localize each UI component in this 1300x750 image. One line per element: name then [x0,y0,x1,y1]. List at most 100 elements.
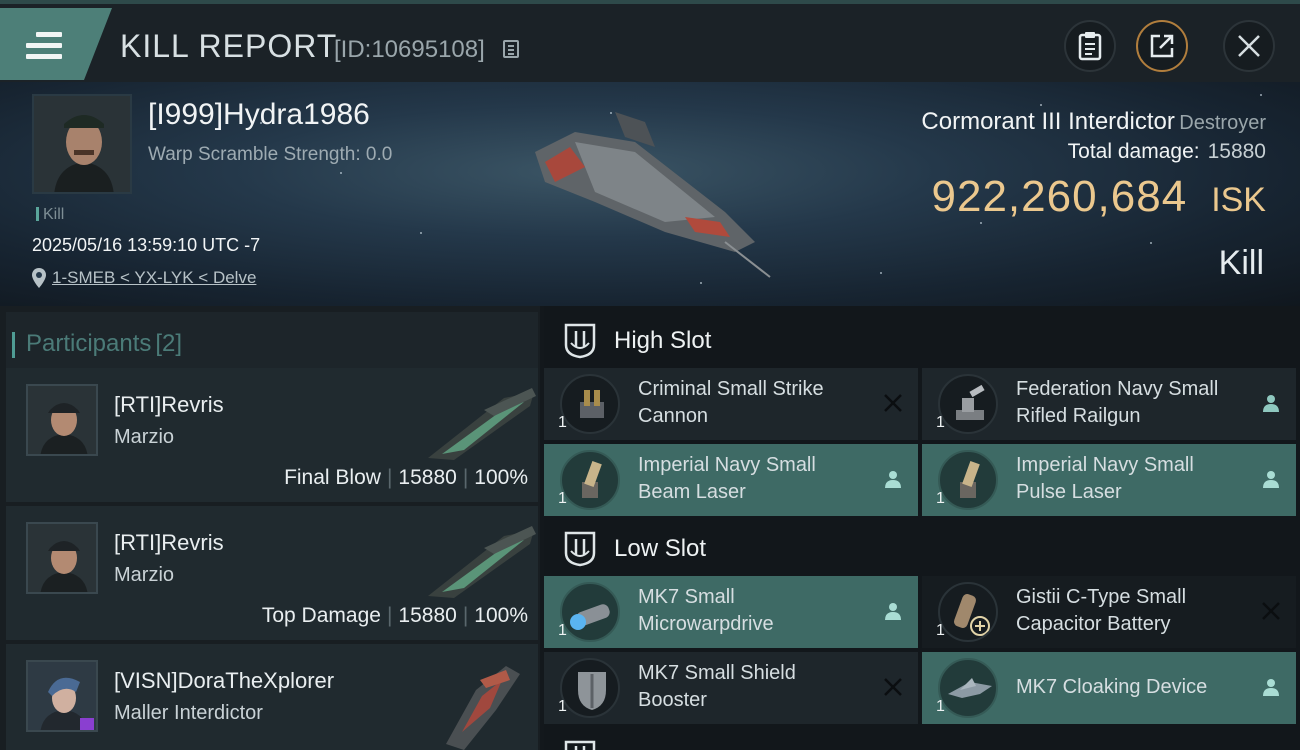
participant-percent: 100% [474,604,528,627]
participant-row[interactable]: [RTI]Revris Marzio Final Blow | 15880 | 100% [6,368,538,502]
participants-panel: Participants [2] [RTI]Revris Marzio Final… [0,306,540,750]
module-quantity: 1 [558,414,567,431]
clipboard-icon [1078,32,1102,61]
module-name: Imperial Navy Small Beam Laser [638,454,816,503]
page-title: KILL REPORT [120,28,338,64]
module-quantity: 1 [936,622,945,639]
shield-booster-icon [560,658,620,718]
copy-icon[interactable] [503,40,519,58]
beam-laser-icon [560,450,620,510]
module-quantity: 1 [558,490,567,507]
module-name: Gistii C-Type Small Capacitor Battery [1016,586,1187,635]
clipboard-button[interactable] [1064,20,1116,72]
participant-percent: 100% [474,466,528,489]
total-damage-label: Total damage: [1067,140,1200,163]
participant-damage: 15880 [398,466,457,489]
module-name: MK7 Small Shield Booster [638,662,796,711]
fittings-panel: High Slot 1 Criminal Small Strike Cannon… [544,306,1300,750]
participant-stats: Top Damage | 15880 | 100% [261,604,528,627]
kill-location[interactable]: 1-SMEB < YX-LYK < Delve [32,268,256,288]
location-link[interactable]: 1-SMEB < YX-LYK < Delve [52,268,256,288]
module-mk7-small-microwarpdrive[interactable]: 1 MK7 Small Microwarpdrive [544,576,918,648]
kill-datetime: 2025/05/16 13:59:10 UTC -7 [32,235,261,255]
capacitor-battery-icon [938,582,998,642]
top-bar: KILL REPORT [ID:10695108] [0,0,1300,82]
low-slot-header: Low Slot [544,516,1300,582]
participant-damage: 15880 [398,604,457,627]
high-slot-icon [564,323,596,359]
close-button[interactable] [1223,20,1275,72]
module-name: Criminal Small Strike Cannon [638,378,824,427]
isk-value: 922,260,684 [931,172,1188,221]
result-label: Kill [1218,244,1264,282]
pulse-laser-icon [938,450,998,510]
module-imperial-navy-small-beam-laser[interactable]: 1 Imperial Navy Small Beam Laser [544,444,918,516]
module-quantity: 1 [936,414,945,431]
module-name: MK7 Cloaking Device [1016,676,1208,698]
warp-scramble-strength: Warp Scramble Strength: 0.0 [148,144,393,165]
mid-slot-icon [564,740,596,750]
module-quantity: 1 [936,698,945,715]
participant-avatar [26,522,98,594]
participant-ship-image [428,526,536,598]
victim-portrait[interactable] [32,94,132,194]
participant-ship-image [428,388,536,460]
location-pin-icon [32,268,46,288]
participant-avatar [26,384,98,456]
menu-button[interactable] [0,8,112,80]
participant-role: Final Blow [284,466,381,489]
isk-loss: 922,260,684 ISK [932,172,1267,222]
participants-title-text: Participants [26,330,152,357]
module-imperial-navy-small-pulse-laser[interactable]: 1 Imperial Navy Small Pulse Laser [922,444,1296,516]
high-slot-header: High Slot [544,308,1300,374]
hamburger-menu-icon [26,32,62,60]
victim-ship: Cormorant III Interdictor Destroyer [921,108,1266,136]
participant-name[interactable]: [VISN]DoraTheXplorer [114,668,334,694]
participant-name[interactable]: [RTI]Revris [114,392,224,418]
module-mk7-small-shield-booster[interactable]: 1 MK7 Small Shield Booster [544,652,918,724]
report-id: [ID:10695108] [334,36,485,63]
module-mk7-cloaking-device[interactable]: 1 MK7 Cloaking Device [922,652,1296,724]
victim-name[interactable]: [I999]Hydra1986 [148,98,370,132]
module-criminal-small-strike-cannon[interactable]: 1 Criminal Small Strike Cannon [544,368,918,440]
module-gistii-c-type-small-capacitor-battery[interactable]: 1 Gistii C-Type Small Capacitor Battery [922,576,1296,648]
participant-row[interactable]: [RTI]Revris Marzio Top Damage | 15880 | 100% [6,506,538,640]
participant-ship-image [446,666,520,750]
total-damage-value: 15880 [1207,140,1266,163]
ship-name[interactable]: Cormorant III Interdictor [921,108,1174,135]
module-quantity: 1 [558,698,567,715]
high-slot-title: High Slot [614,327,712,354]
participant-name[interactable]: [RTI]Revris [114,530,224,556]
cannon-icon [560,374,620,434]
module-name: Federation Navy Small Rifled Railgun [1016,378,1219,427]
participant-row[interactable]: [VISN]DoraTheXplorer Maller Interdictor [6,644,538,750]
participant-ship: Marzio [114,426,175,448]
destroyed-x-icon [884,678,902,696]
victim-ship-image [535,112,771,278]
participant-ship: Maller Interdictor [114,702,263,724]
pilot-person-icon [1263,395,1279,412]
participant-avatar [26,660,98,732]
low-slot-icon [564,531,596,567]
close-icon [1238,35,1260,57]
pilot-person-icon [1263,471,1279,488]
pilot-person-icon [885,471,901,488]
module-name: MK7 Small Microwarpdrive [638,586,774,635]
cloaking-device-icon [938,658,998,718]
participants-count: [2] [155,330,183,357]
low-slot-title: Low Slot [614,535,707,562]
pilot-person-icon [1263,679,1279,696]
share-button[interactable] [1136,20,1188,72]
participants-header: Participants [2] [6,312,538,372]
railgun-icon [938,374,998,434]
pilot-person-icon [885,603,901,620]
module-federation-navy-small-rifled-railgun[interactable]: 1 Federation Navy Small Rifled Railgun [922,368,1296,440]
next-slot-header-partial [544,736,1300,750]
module-quantity: 1 [558,622,567,639]
ship-class: Destroyer [1179,112,1266,134]
participant-role: Top Damage [261,604,381,627]
victim-banner: [I999]Hydra1986 Warp Scramble Strength: … [0,82,1300,306]
participants-title: Participants [2] [11,330,183,358]
total-damage: Total damage: 15880 [1068,140,1266,164]
participant-ship: Marzio [114,564,175,586]
